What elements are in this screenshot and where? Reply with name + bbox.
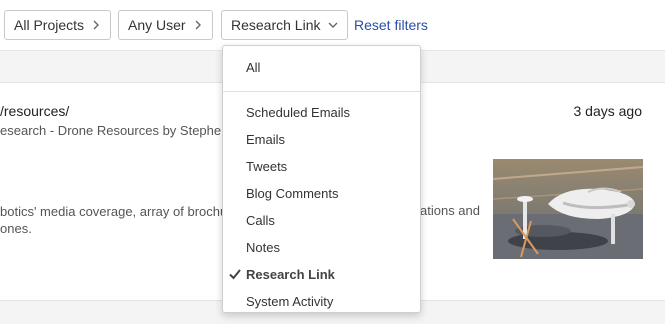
check-icon bbox=[229, 269, 241, 280]
type-filter-label: Research Link bbox=[231, 17, 321, 33]
user-filter-button[interactable]: Any User bbox=[118, 10, 213, 40]
chevron-right-icon bbox=[93, 20, 99, 30]
activity-type-dropdown[interactable]: All Scheduled Emails Emails Tweets Blog … bbox=[222, 45, 421, 313]
drone-thumbnail-image[interactable] bbox=[493, 159, 643, 259]
reset-filters-link[interactable]: Reset filters bbox=[354, 17, 428, 33]
user-filter-label: Any User bbox=[128, 17, 186, 33]
record-description-line2: ones. bbox=[0, 221, 32, 236]
dropdown-item-research-link[interactable]: Research Link bbox=[246, 267, 335, 282]
dropdown-item-system-activity[interactable]: System Activity bbox=[246, 294, 333, 309]
record-subtitle: esearch - Drone Resources by Stephen bbox=[0, 123, 229, 138]
dropdown-divider bbox=[223, 91, 420, 92]
dropdown-item-calls[interactable]: Calls bbox=[246, 213, 275, 228]
record-description-line1: botics' media coverage, array of brochu bbox=[0, 204, 228, 219]
record-url[interactable]: /resources/ bbox=[0, 103, 69, 119]
dropdown-item-blog-comments[interactable]: Blog Comments bbox=[246, 186, 338, 201]
dropdown-item-notes[interactable]: Notes bbox=[246, 240, 280, 255]
dropdown-item-emails[interactable]: Emails bbox=[246, 132, 285, 147]
projects-filter-button[interactable]: All Projects bbox=[4, 10, 111, 40]
record-timestamp: 3 days ago bbox=[573, 103, 643, 119]
projects-filter-label: All Projects bbox=[14, 17, 85, 33]
dropdown-item-all[interactable]: All bbox=[246, 60, 260, 75]
dropdown-item-scheduled-emails[interactable]: Scheduled Emails bbox=[246, 105, 350, 120]
chevron-right-icon bbox=[195, 20, 201, 30]
type-filter-select[interactable]: Research Link bbox=[221, 10, 348, 40]
filter-bar: All Projects Any User Research Link Rese… bbox=[0, 0, 665, 50]
dropdown-item-tweets[interactable]: Tweets bbox=[246, 159, 287, 174]
record-description-line1-tail: ations and bbox=[420, 203, 480, 218]
chevron-down-icon bbox=[328, 22, 338, 28]
